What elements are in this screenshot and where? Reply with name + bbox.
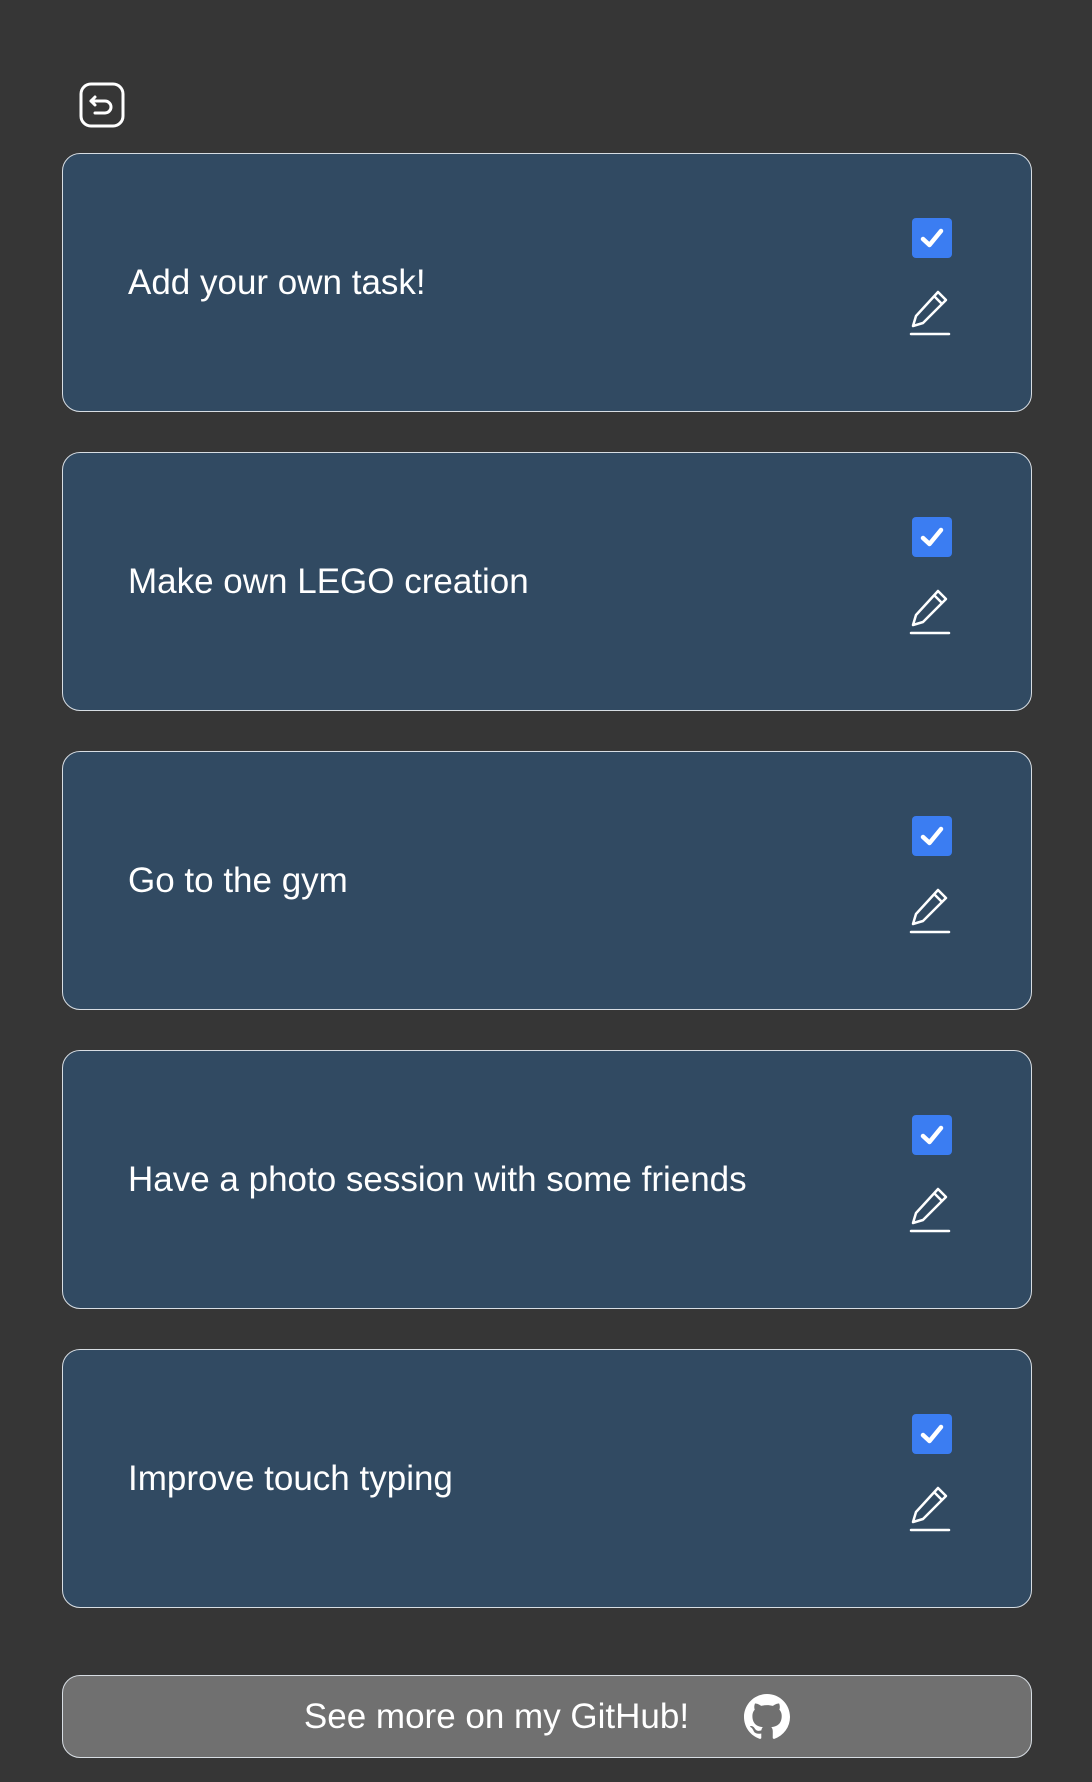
github-link-button[interactable]: See more on my GitHub! [62, 1675, 1032, 1758]
github-icon [744, 1693, 791, 1739]
task-label: Add your own task! [128, 262, 426, 302]
task-checkbox[interactable] [912, 1115, 952, 1155]
back-button[interactable] [79, 82, 125, 128]
undo-arrow-icon [79, 82, 125, 128]
edit-task-button[interactable] [908, 1484, 952, 1534]
task-card: Have a photo session with some friends [62, 1050, 1032, 1309]
task-checkbox[interactable] [912, 218, 952, 258]
task-label: Go to the gym [128, 860, 348, 900]
checkmark-icon [920, 1424, 944, 1444]
checkmark-icon [920, 826, 944, 846]
task-card: Go to the gym [62, 751, 1032, 1010]
task-card: Make own LEGO creation [62, 452, 1032, 711]
edit-task-button[interactable] [908, 288, 952, 338]
edit-task-button[interactable] [908, 1185, 952, 1235]
pencil-icon [909, 290, 951, 336]
edit-task-button[interactable] [908, 886, 952, 936]
task-card: Improve touch typing [62, 1349, 1032, 1608]
github-link-label: See more on my GitHub! [303, 1696, 690, 1736]
task-label: Have a photo session with some friends [128, 1159, 747, 1199]
checkmark-icon [920, 1125, 944, 1145]
pencil-icon [909, 1187, 951, 1233]
checkmark-icon [920, 228, 944, 248]
task-checkbox[interactable] [912, 517, 952, 557]
task-card: Add your own task! [62, 153, 1032, 412]
pencil-icon [909, 1486, 951, 1532]
pencil-icon [909, 888, 951, 934]
task-label: Make own LEGO creation [128, 561, 529, 601]
checkmark-icon [920, 527, 944, 547]
task-checkbox[interactable] [912, 1414, 952, 1454]
task-list: Add your own task! Make own LEGO creatio… [62, 153, 1032, 1648]
pencil-icon [909, 589, 951, 635]
task-checkbox[interactable] [912, 816, 952, 856]
edit-task-button[interactable] [908, 587, 952, 637]
task-label: Improve touch typing [128, 1458, 453, 1498]
